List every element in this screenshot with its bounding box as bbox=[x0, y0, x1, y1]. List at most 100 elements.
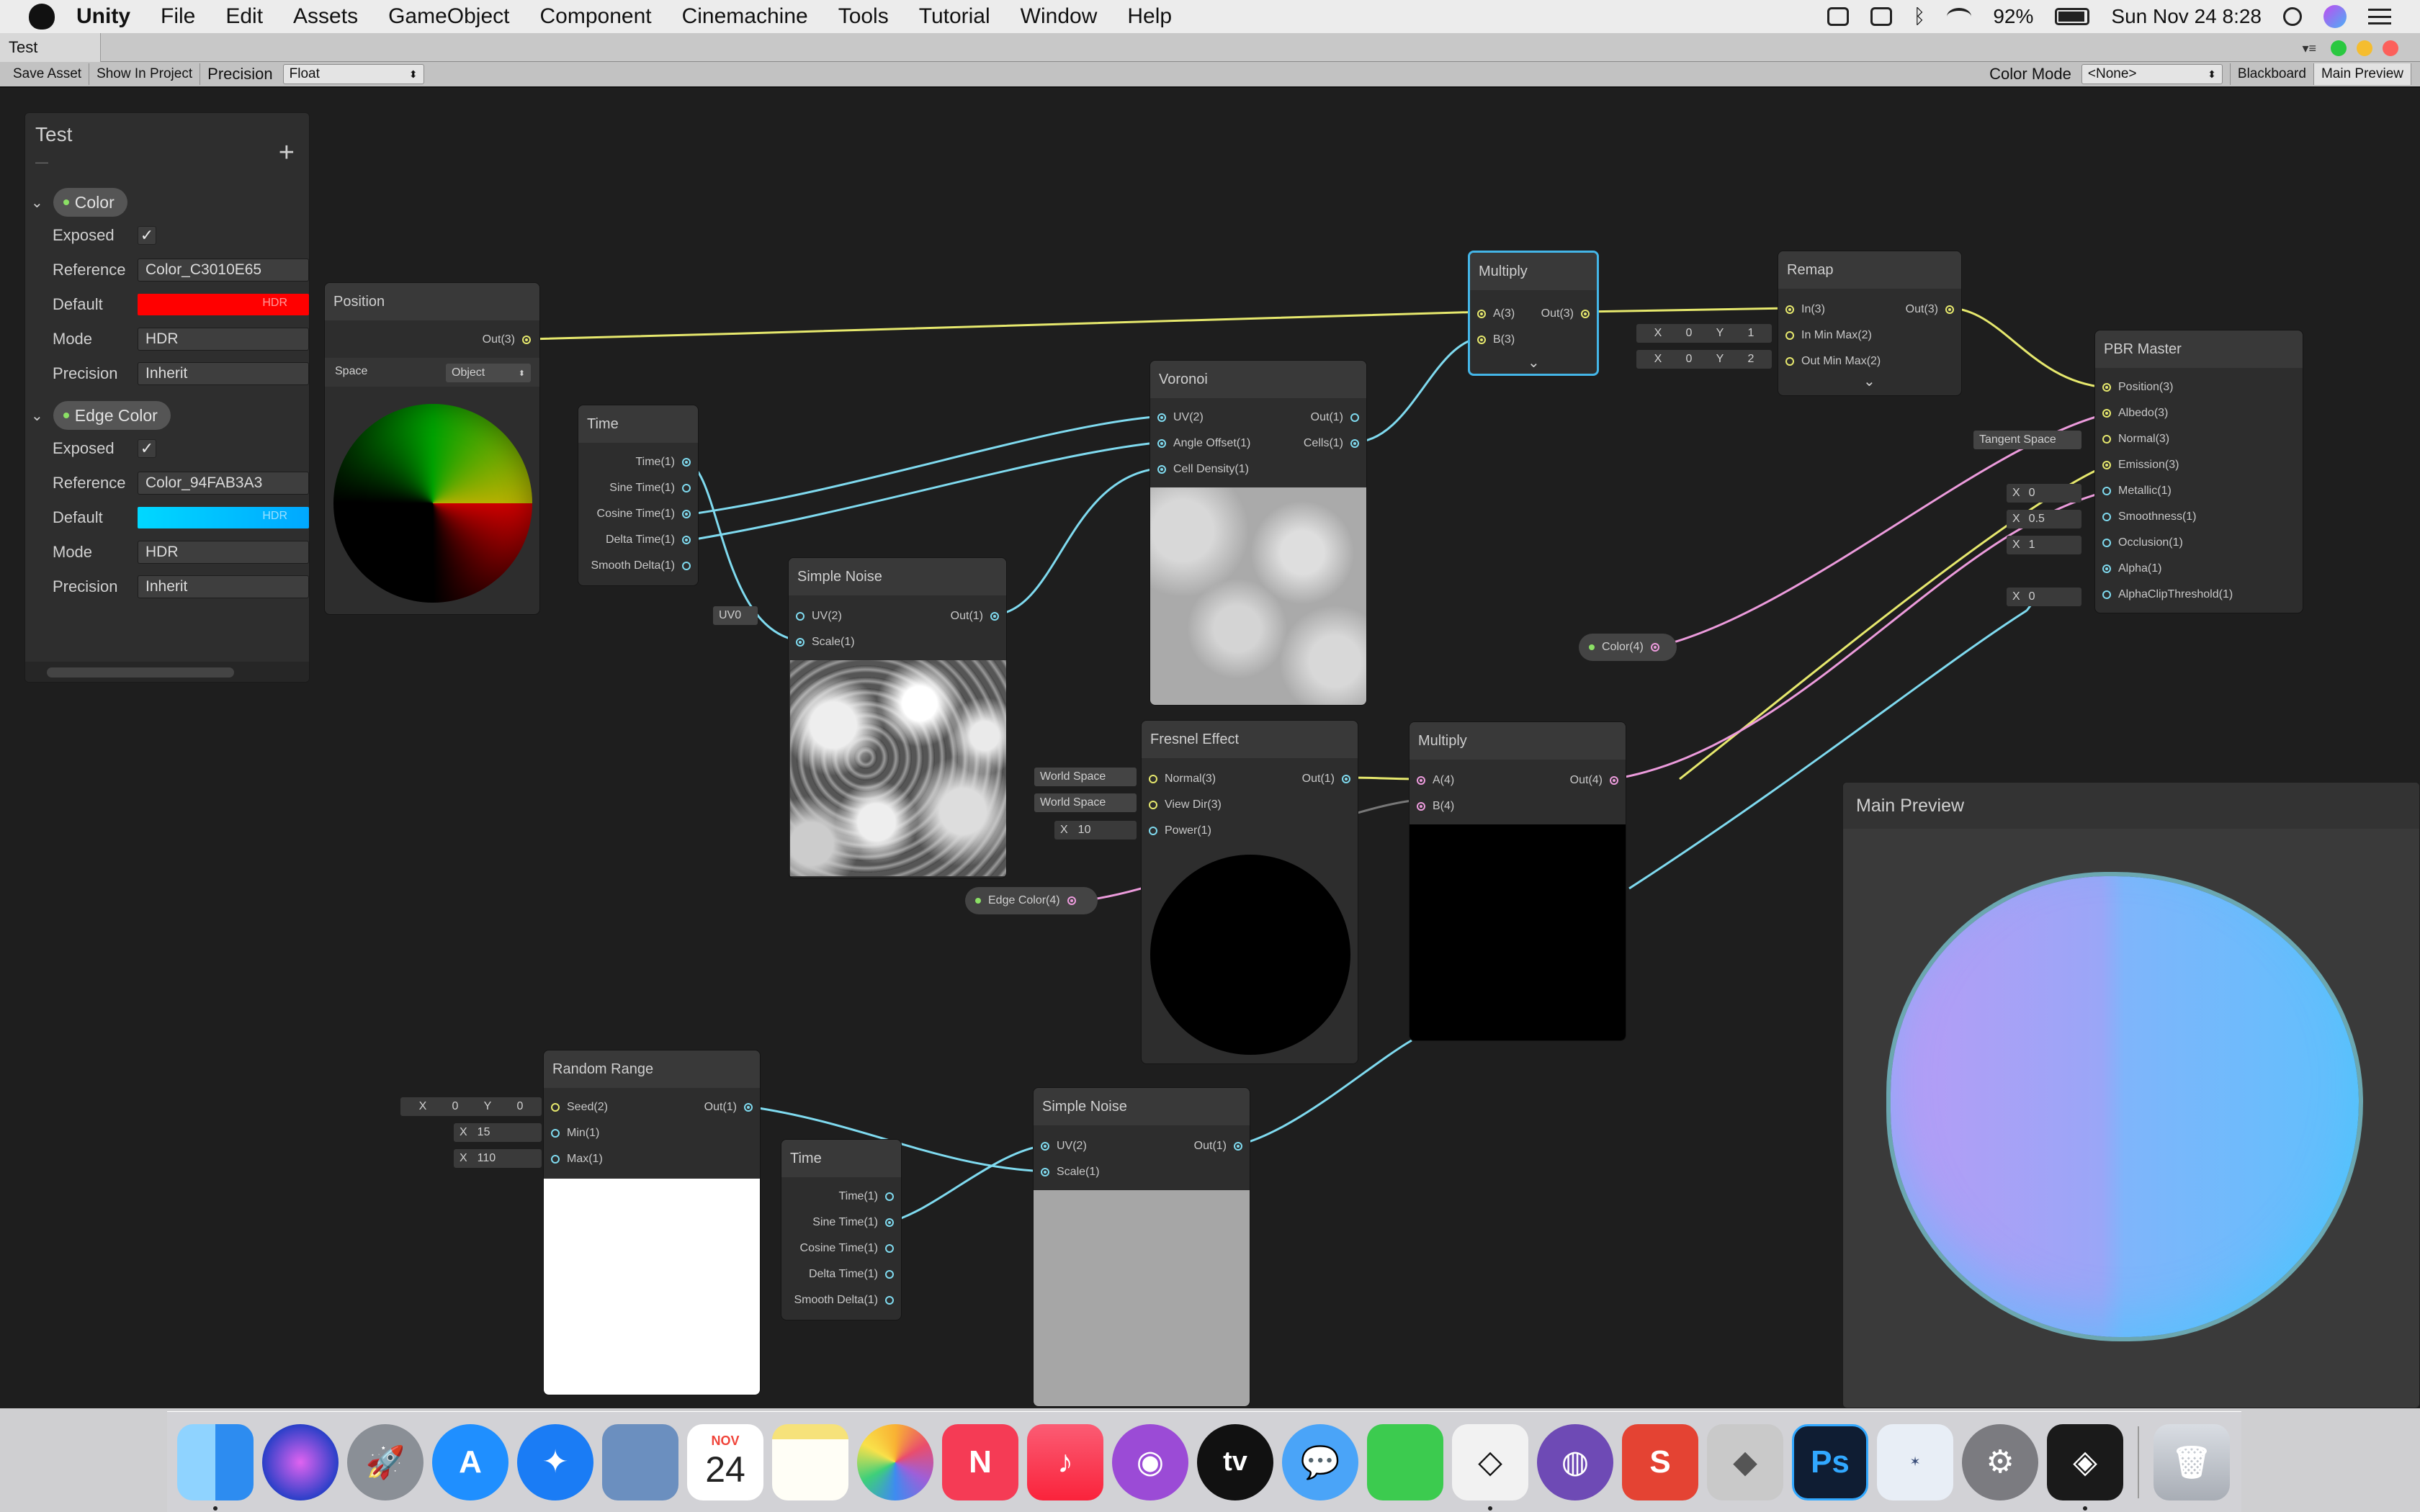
min-value[interactable]: 15 bbox=[478, 1126, 490, 1139]
fresnel-viewdir-field[interactable]: World Space bbox=[1034, 793, 1137, 812]
output-port-row[interactable]: Smooth Delta(1) bbox=[794, 1290, 894, 1311]
input-port[interactable] bbox=[551, 1129, 560, 1138]
unity-icon[interactable]: ◈ bbox=[2047, 1423, 2123, 1511]
music-icon[interactable]: ♪ bbox=[1027, 1423, 1103, 1500]
messages-icon[interactable]: 💬 bbox=[1282, 1423, 1358, 1500]
input-port[interactable] bbox=[796, 638, 805, 647]
metallic-value[interactable]: 0 bbox=[2029, 487, 2035, 500]
input-port-row[interactable]: Out Min Max(2) bbox=[1785, 351, 1881, 372]
input-port-row[interactable]: In(3) bbox=[1785, 299, 1825, 320]
input-port[interactable] bbox=[1157, 413, 1166, 422]
input-port[interactable] bbox=[2102, 383, 2111, 392]
output-port[interactable] bbox=[885, 1244, 894, 1253]
metallic-field[interactable]: X0 bbox=[2007, 484, 2081, 503]
input-port[interactable] bbox=[2102, 435, 2111, 444]
node-pbr-master[interactable]: PBR Master Position(3) Albedo(3) Normal(… bbox=[2094, 330, 2303, 613]
ffxiv-icon[interactable]: ✶ bbox=[1877, 1423, 1953, 1500]
node-remap[interactable]: Remap In(3) In Min Max(2) Out Min Max(2)… bbox=[1778, 251, 1962, 396]
input-port-row[interactable]: Cell Density(1) bbox=[1157, 459, 1249, 480]
input-port[interactable] bbox=[1417, 776, 1425, 785]
mode-dropdown[interactable]: HDR bbox=[138, 328, 309, 351]
x-value[interactable]: 0 bbox=[1685, 327, 1692, 340]
input-port-row[interactable]: Max(1) bbox=[551, 1148, 603, 1170]
output-port-row[interactable]: Out(1) bbox=[951, 606, 999, 627]
output-port[interactable] bbox=[885, 1296, 894, 1305]
x-value[interactable]: 0 bbox=[452, 1100, 458, 1113]
default-color-swatch[interactable]: HDR bbox=[138, 507, 309, 528]
input-port[interactable] bbox=[1417, 802, 1425, 811]
clip-value[interactable]: 0 bbox=[2029, 590, 2035, 603]
input-port-row[interactable]: B(4) bbox=[1417, 796, 1454, 817]
output-port[interactable] bbox=[885, 1218, 894, 1227]
output-port-row[interactable]: Delta Time(1) bbox=[606, 529, 691, 551]
output-port[interactable] bbox=[522, 336, 531, 344]
blackboard-scrollbar[interactable] bbox=[25, 662, 309, 682]
output-port-row[interactable]: Smooth Delta(1) bbox=[591, 555, 691, 577]
max-value[interactable]: 110 bbox=[478, 1152, 496, 1165]
input-port-row[interactable]: In Min Max(2) bbox=[1785, 325, 1872, 346]
exposed-checkbox[interactable]: ✓ bbox=[138, 439, 156, 458]
input-port[interactable] bbox=[2102, 513, 2111, 521]
expand-chevron-icon[interactable]: ⌄ bbox=[1863, 372, 1876, 390]
calendar-icon[interactable]: NOV 24 bbox=[687, 1423, 763, 1500]
sketchup-icon[interactable]: S bbox=[1622, 1423, 1698, 1500]
output-port-row[interactable]: Cosine Time(1) bbox=[597, 503, 691, 525]
input-port-row[interactable]: Alpha(1) bbox=[2102, 558, 2161, 580]
clip-threshold-field[interactable]: X0 bbox=[2007, 588, 2081, 606]
output-port[interactable] bbox=[1234, 1142, 1242, 1151]
output-port[interactable] bbox=[682, 562, 691, 570]
in-min-max-field[interactable]: X 0 Y 1 bbox=[1636, 324, 1772, 343]
chevron-down-icon[interactable]: ⌄ bbox=[31, 194, 43, 212]
input-port-row[interactable]: Normal(3) bbox=[2102, 428, 2169, 450]
output-port[interactable] bbox=[1067, 896, 1076, 905]
color-property-node[interactable]: Color(4) bbox=[1579, 634, 1677, 661]
unity-hub-icon[interactable]: ◇ bbox=[1452, 1423, 1528, 1511]
input-port[interactable] bbox=[2102, 461, 2111, 469]
output-port[interactable] bbox=[1610, 776, 1618, 785]
input-port[interactable] bbox=[1149, 775, 1157, 783]
photoshop-icon[interactable]: Ps bbox=[1792, 1423, 1868, 1500]
input-port-row[interactable]: B(3) bbox=[1477, 329, 1515, 351]
output-port[interactable] bbox=[1581, 310, 1590, 318]
input-port-row[interactable]: Scale(1) bbox=[796, 631, 855, 653]
system-preferences-icon[interactable]: ⚙ bbox=[1962, 1423, 2038, 1500]
output-port-row[interactable]: Sine Time(1) bbox=[812, 1212, 894, 1233]
input-port-row[interactable]: Smoothness(1) bbox=[2102, 506, 2197, 528]
precision-dropdown[interactable]: Inherit bbox=[138, 362, 309, 385]
output-port[interactable] bbox=[1945, 305, 1954, 314]
output-port-row[interactable]: Sine Time(1) bbox=[609, 477, 691, 499]
space-dropdown[interactable]: Object ⬍ bbox=[446, 364, 531, 382]
output-port[interactable] bbox=[1350, 439, 1359, 448]
input-port-row[interactable]: Seed(2) bbox=[551, 1097, 608, 1118]
node-time[interactable]: Time Time(1) Sine Time(1) Cosine Time(1)… bbox=[781, 1139, 902, 1320]
occlusion-field[interactable]: X1 bbox=[2007, 536, 2081, 554]
output-port-row[interactable]: Out(1) bbox=[1311, 407, 1359, 428]
node-random-range[interactable]: Random Range Seed(2) Min(1) Max(1) Out(1… bbox=[543, 1050, 761, 1395]
property-pill[interactable]: Color bbox=[53, 188, 127, 217]
output-port-row[interactable]: Out(4) bbox=[1570, 770, 1618, 791]
input-port-row[interactable]: Albedo(3) bbox=[2102, 402, 2168, 424]
output-port[interactable] bbox=[1650, 643, 1659, 652]
input-port[interactable] bbox=[1149, 827, 1157, 835]
main-preview-panel[interactable]: Main Preview bbox=[1842, 782, 2420, 1408]
input-port[interactable] bbox=[1157, 439, 1166, 448]
input-port[interactable] bbox=[2102, 539, 2111, 547]
input-port-row[interactable]: Power(1) bbox=[1149, 820, 1211, 842]
output-port-row[interactable]: Out(3) bbox=[1906, 299, 1954, 320]
output-port-row[interactable]: Out(1) bbox=[704, 1097, 753, 1118]
input-port[interactable] bbox=[551, 1103, 560, 1112]
output-port-row[interactable]: Out(1) bbox=[1302, 768, 1350, 790]
power-value[interactable]: 10 bbox=[1078, 824, 1091, 837]
launchpad-icon[interactable]: 🚀 bbox=[347, 1423, 424, 1500]
input-port-row[interactable]: Position(3) bbox=[2102, 377, 2173, 398]
output-port[interactable] bbox=[682, 510, 691, 518]
max-field[interactable]: X 110 bbox=[454, 1149, 542, 1168]
input-port[interactable] bbox=[1477, 310, 1486, 318]
facetime-icon[interactable] bbox=[1367, 1423, 1443, 1500]
input-port[interactable] bbox=[1157, 465, 1166, 474]
output-port-row[interactable]: Out(3) bbox=[1541, 303, 1590, 325]
node-multiply[interactable]: Multiply A(4) B(4) Out(4) bbox=[1409, 721, 1626, 1041]
output-port[interactable] bbox=[682, 458, 691, 467]
smoothness-value[interactable]: 0.5 bbox=[2029, 513, 2045, 526]
trash-icon[interactable]: 🗑 bbox=[2154, 1423, 2230, 1500]
